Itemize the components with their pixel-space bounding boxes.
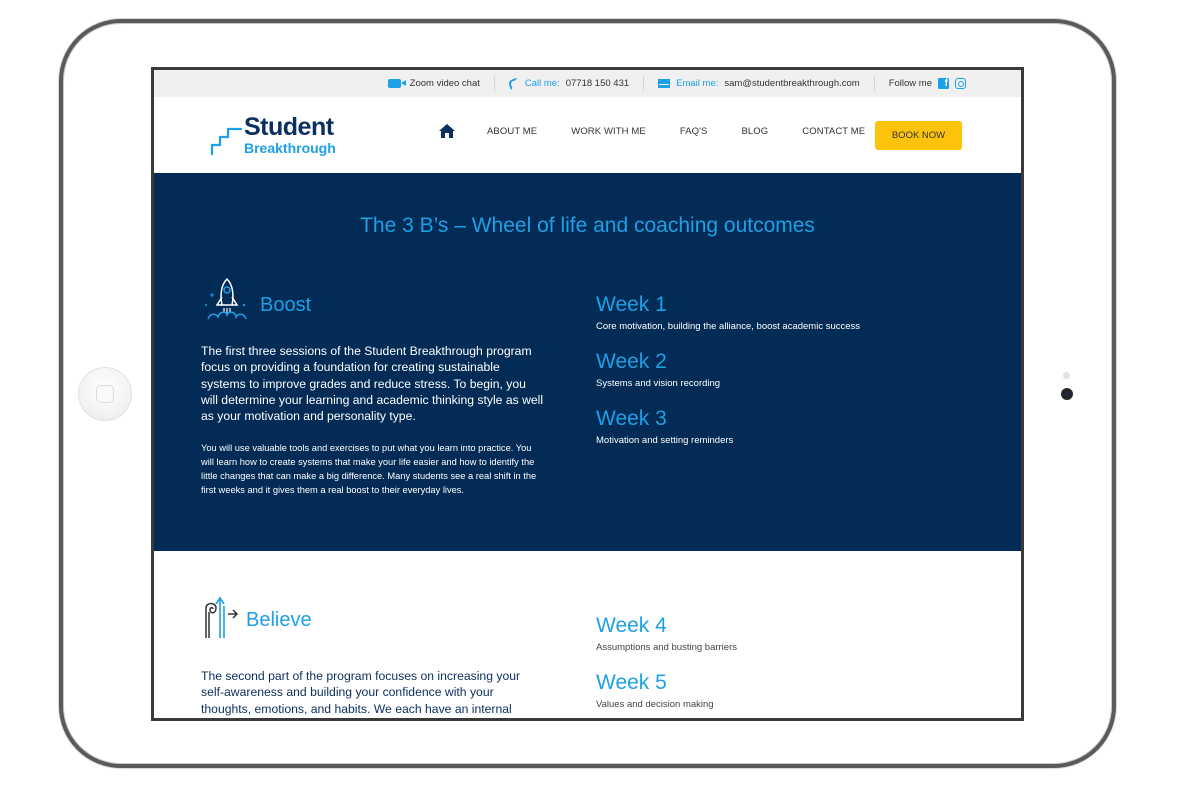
instagram-icon[interactable] xyxy=(955,78,966,89)
week-item: Week 3 Motivation and setting reminders xyxy=(596,408,860,446)
week-item: Week 1 Core motivation, building the all… xyxy=(596,294,860,332)
week-title: Week 1 xyxy=(596,293,667,316)
video-camera-icon xyxy=(387,79,406,88)
logo-line1: Student xyxy=(244,113,334,141)
nav-faqs[interactable]: FAQ'S xyxy=(680,126,708,137)
site-header: Student Breakthrough ABOUT ME WORK WITH … xyxy=(154,97,1021,173)
book-now-button[interactable]: BOOK NOW xyxy=(875,121,962,150)
believe-section: Believe The second part of the program f… xyxy=(154,551,1021,718)
week-description: Values and decision making xyxy=(596,699,714,710)
facebook-icon[interactable]: f xyxy=(938,78,949,89)
zoom-video-text: Zoom video chat xyxy=(409,78,480,89)
week-title: Week 2 xyxy=(596,350,667,373)
believe-arrows-icon xyxy=(205,596,239,638)
believe-heading: Believe xyxy=(246,608,312,631)
boost-section: The 3 B’s – Wheel of life and coaching o… xyxy=(154,173,1021,551)
week-description: Systems and vision recording xyxy=(596,378,721,389)
boost-detail-paragraph: You will use valuable tools and exercise… xyxy=(201,443,537,495)
tablet-sensor xyxy=(1063,372,1070,379)
boost-intro-paragraph: The first three sessions of the Student … xyxy=(201,344,544,424)
phone-icon xyxy=(507,77,521,90)
nav-blog[interactable]: BLOG xyxy=(741,126,768,137)
week-title: Week 4 xyxy=(596,614,667,637)
week-title: Week 3 xyxy=(596,407,667,430)
boost-weeks-list: Week 1 Core motivation, building the all… xyxy=(596,294,860,446)
email-label: Email me: xyxy=(676,78,719,89)
mail-icon xyxy=(658,79,671,88)
email-address: sam@studentbreakthrough.com xyxy=(724,78,860,89)
week-item: Week 2 Systems and vision recording xyxy=(596,351,860,389)
home-button-square-icon xyxy=(96,385,114,403)
social-links: Follow me f xyxy=(875,76,966,91)
site-logo[interactable]: Student Breakthrough xyxy=(210,115,336,161)
believe-intro-paragraph: The second part of the program focuses o… xyxy=(201,669,543,718)
nav-contact-me[interactable]: CONTACT ME xyxy=(802,126,865,137)
rocket-icon xyxy=(205,277,247,320)
week-item: Week 4 Assumptions and busting barriers xyxy=(596,615,737,653)
tablet-screen: Zoom video chat Call me: 07718 150 431 E… xyxy=(151,67,1024,721)
phone-label: Call me: xyxy=(524,78,560,89)
email-link[interactable]: Email me: sam@studentbreakthrough.com xyxy=(644,76,875,91)
boost-heading: Boost xyxy=(260,293,312,316)
phone-link[interactable]: Call me: 07718 150 431 xyxy=(495,76,645,91)
week-description: Motivation and setting reminders xyxy=(596,435,734,446)
zoom-video-link[interactable]: Zoom video chat xyxy=(374,76,495,91)
week-title: Week 5 xyxy=(596,671,667,694)
tablet-camera xyxy=(1061,388,1073,400)
tablet-home-button[interactable] xyxy=(78,367,132,421)
main-nav: ABOUT ME WORK WITH ME FAQ'S BLOG CONTACT… xyxy=(439,124,899,138)
contact-topbar: Zoom video chat Call me: 07718 150 431 E… xyxy=(154,70,1021,97)
logo-line2: Breakthrough xyxy=(244,140,336,156)
section-title: The 3 B’s – Wheel of life and coaching o… xyxy=(360,214,815,237)
phone-number: 07718 150 431 xyxy=(565,78,630,89)
week-description: Core motivation, building the alliance, … xyxy=(596,321,861,332)
week-item: Week 5 Values and decision making xyxy=(596,672,737,710)
believe-weeks-list: Week 4 Assumptions and busting barriers … xyxy=(596,615,737,710)
nav-about-me[interactable]: ABOUT ME xyxy=(487,126,537,137)
week-description: Assumptions and busting barriers xyxy=(596,642,737,653)
stairs-logo-icon xyxy=(210,127,242,155)
follow-me-label: Follow me xyxy=(888,78,932,89)
home-icon[interactable] xyxy=(439,124,455,138)
nav-work-with-me[interactable]: WORK WITH ME xyxy=(571,126,646,137)
